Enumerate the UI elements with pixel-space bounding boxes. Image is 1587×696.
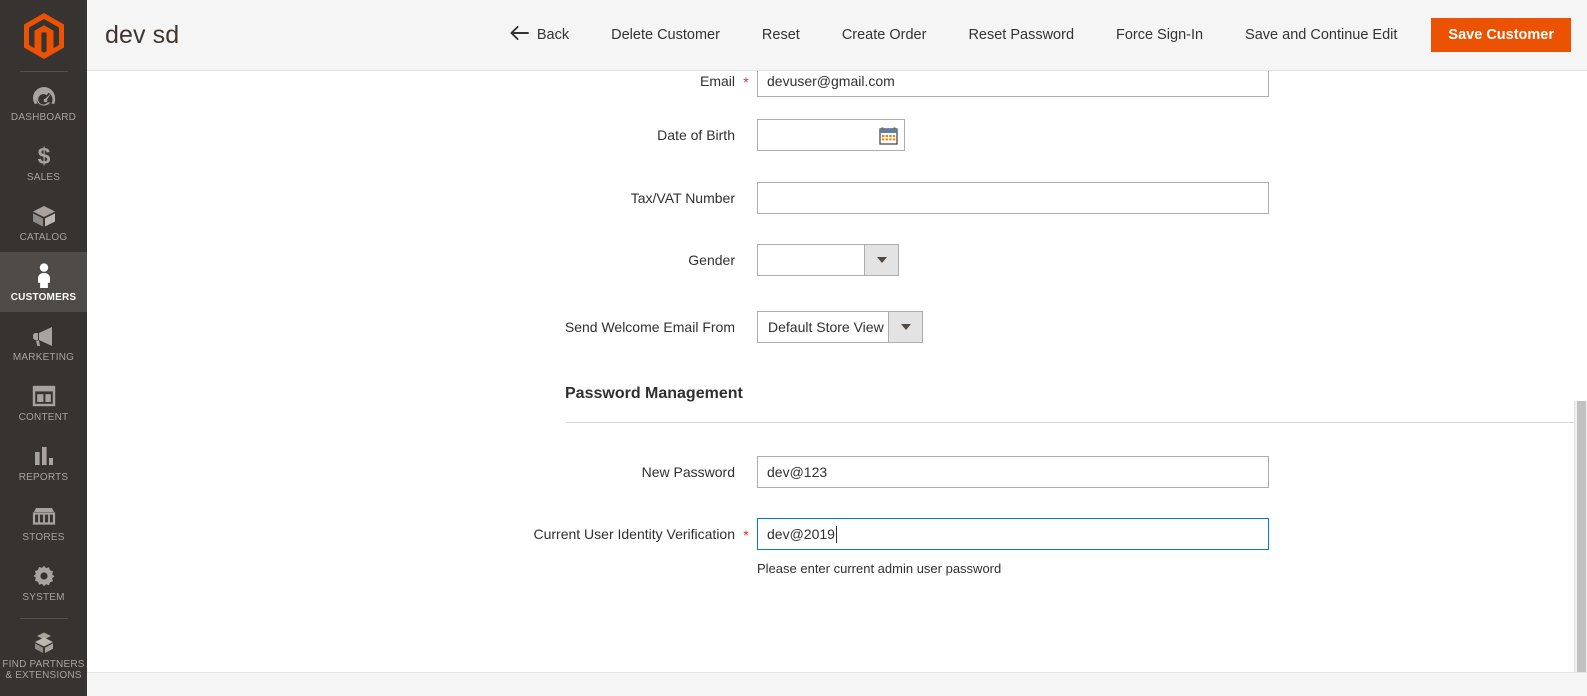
chevron-down-icon[interactable] — [864, 245, 898, 275]
partners-box-icon — [2, 630, 85, 656]
sidebar-item-label: MARKETING — [12, 352, 75, 363]
page-actions: Back Delete Customer Reset Create Order … — [489, 0, 1571, 70]
force-sign-in-button[interactable]: Force Sign-In — [1095, 27, 1224, 43]
send-welcome-email-select[interactable]: Default Store View — [757, 311, 923, 343]
new-password-control — [757, 456, 1587, 488]
new-password-field[interactable] — [757, 456, 1269, 488]
sidebar-item-label-2: & EXTENSIONS — [5, 670, 82, 681]
sidebar-item-reports[interactable]: REPORTS — [0, 432, 87, 492]
page-header: dev sd Back Delete Customer Reset Create… — [87, 0, 1587, 71]
email-required-marker: * — [743, 74, 749, 90]
gender-select[interactable] — [757, 244, 899, 276]
sidebar-item-label: SYSTEM — [22, 592, 65, 603]
back-button[interactable]: Back — [489, 26, 590, 44]
field-row-new-password: New Password * — [87, 423, 1587, 488]
sidebar-item-marketing[interactable]: MARKETING — [0, 312, 87, 372]
password-management-heading: Password Management — [565, 385, 743, 402]
sidebar-item-catalog[interactable]: CATALOG — [0, 192, 87, 252]
identity-verification-field[interactable]: dev@2019 — [757, 518, 1269, 550]
sidebar-item-label: CATALOG — [19, 232, 68, 243]
layout-icon — [2, 383, 85, 409]
field-row-date-of-birth: Date of Birth * — [87, 97, 1587, 151]
bar-chart-icon — [2, 443, 85, 469]
megaphone-icon — [2, 323, 85, 349]
sidebar-item-label: CUSTOMERS — [10, 292, 77, 303]
tax-vat-field[interactable] — [757, 182, 1269, 214]
sidebar-item-label: REPORTS — [18, 472, 69, 483]
identity-verification-label: Current User Identity Verification — [533, 526, 735, 542]
field-row-email: Email * — [87, 71, 1587, 97]
magento-logo[interactable] — [0, 0, 87, 71]
arrow-left-icon — [510, 26, 529, 44]
email-control — [757, 71, 1587, 97]
gender-selected-value — [758, 245, 864, 275]
vertical-scrollbar[interactable] — [1574, 401, 1587, 672]
sidebar-item-label: CONTENT — [18, 412, 69, 423]
tax-vat-control — [757, 182, 1587, 214]
sidebar-item-find-partners[interactable]: FIND PARTNERS & EXTENSIONS — [0, 619, 87, 690]
date-of-birth-required-marker: * — [735, 119, 757, 144]
gender-required-marker: * — [735, 244, 757, 269]
magento-logo-icon — [23, 12, 64, 59]
admin-page: DASHBOARD $ SALES CATALOG CUSTOMERS MARK… — [0, 0, 1587, 696]
date-of-birth-control — [757, 119, 1587, 151]
sidebar-item-label: SALES — [26, 172, 61, 183]
sidebar-item-label: DASHBOARD — [10, 112, 77, 123]
dashboard-icon — [2, 83, 85, 109]
reset-password-button[interactable]: Reset Password — [947, 27, 1095, 43]
field-row-gender: Gender * — [87, 214, 1587, 280]
box-icon — [2, 203, 85, 229]
dollar-icon: $ — [2, 143, 85, 169]
person-icon — [2, 263, 85, 289]
customer-form: Email * Date of Birth * — [87, 71, 1587, 672]
reset-button[interactable]: Reset — [741, 27, 821, 43]
page-title: dev sd — [105, 20, 180, 49]
date-of-birth-label: Date of Birth — [657, 127, 735, 143]
sidebar-item-stores[interactable]: STORES — [0, 492, 87, 552]
send-welcome-email-control: Default Store View — [757, 311, 1587, 343]
save-and-continue-edit-button[interactable]: Save and Continue Edit — [1224, 27, 1418, 43]
field-row-tax-vat: Tax/VAT Number * — [87, 151, 1587, 214]
identity-verification-control: dev@2019 Please enter current admin user… — [757, 518, 1587, 576]
send-welcome-email-selected-value: Default Store View — [768, 319, 884, 335]
gear-icon — [2, 563, 85, 589]
back-button-label: Back — [536, 27, 570, 43]
chevron-down-icon[interactable] — [888, 312, 922, 342]
sidebar: DASHBOARD $ SALES CATALOG CUSTOMERS MARK… — [0, 0, 87, 696]
new-password-label: New Password — [641, 464, 735, 480]
field-row-identity-verification: Current User Identity Verification * dev… — [87, 488, 1587, 576]
gender-label: Gender — [688, 252, 735, 268]
email-label: Email — [699, 73, 735, 89]
tax-vat-required-marker: * — [735, 182, 757, 207]
sidebar-item-dashboard[interactable]: DASHBOARD — [0, 72, 87, 132]
gender-control — [757, 244, 1587, 280]
sidebar-item-system[interactable]: SYSTEM — [0, 552, 87, 612]
identity-verification-help-text: Please enter current admin user password — [757, 561, 1002, 576]
new-password-required-marker: * — [735, 456, 757, 481]
calendar-icon[interactable] — [878, 125, 898, 145]
sidebar-item-label: STORES — [22, 532, 65, 543]
storefront-icon — [2, 503, 85, 529]
send-welcome-email-required-marker: * — [735, 311, 757, 336]
identity-verification-value: dev@2019 — [767, 526, 835, 542]
tax-vat-label: Tax/VAT Number — [630, 190, 735, 206]
page-footer — [87, 672, 1587, 696]
delete-customer-button[interactable]: Delete Customer — [590, 27, 741, 43]
identity-verification-required-marker: * — [743, 527, 749, 543]
main-content: dev sd Back Delete Customer Reset Create… — [87, 0, 1587, 696]
text-cursor — [835, 525, 837, 543]
send-welcome-email-label: Send Welcome Email From — [564, 319, 735, 335]
field-row-send-welcome-email: Send Welcome Email From * Default Store … — [87, 280, 1587, 343]
svg-text:$: $ — [37, 143, 50, 169]
email-field[interactable] — [757, 71, 1269, 97]
scrollbar-thumb[interactable] — [1576, 401, 1586, 672]
save-customer-button[interactable]: Save Customer — [1431, 18, 1571, 52]
sidebar-item-customers[interactable]: CUSTOMERS — [0, 252, 87, 312]
sidebar-item-sales[interactable]: $ SALES — [0, 132, 87, 192]
create-order-button[interactable]: Create Order — [821, 27, 948, 43]
sidebar-item-label: FIND PARTNERS — [2, 659, 85, 670]
sidebar-item-content[interactable]: CONTENT — [0, 372, 87, 432]
